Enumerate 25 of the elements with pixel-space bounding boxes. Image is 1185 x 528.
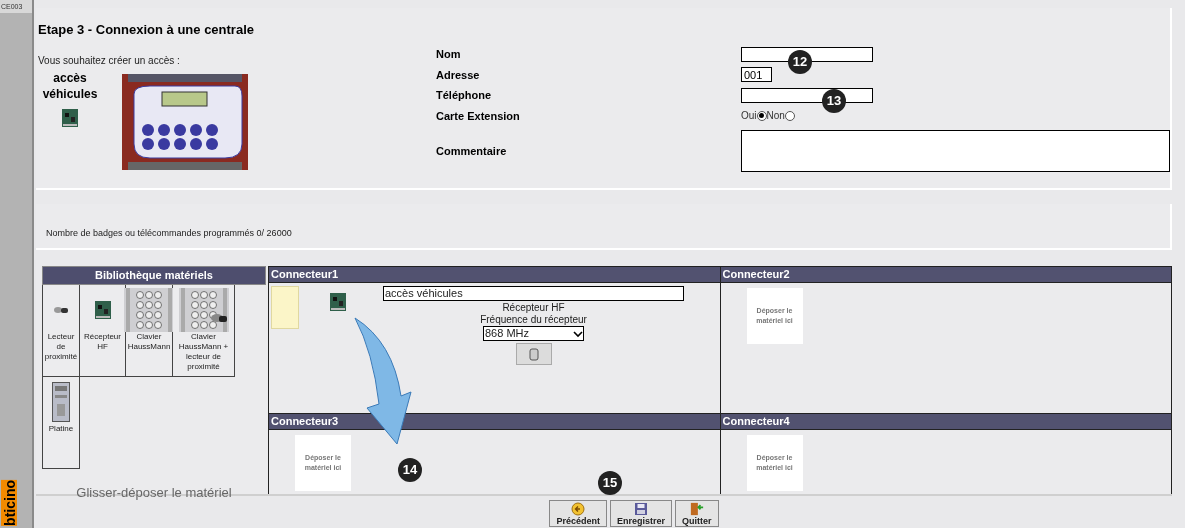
connector-header: Connecteur4 bbox=[720, 413, 1171, 430]
item-label: Platine bbox=[48, 423, 74, 434]
item-label: Récepteur HF bbox=[83, 331, 122, 352]
badge-count: Nombre de badges ou télécommandes programmés 0/ 26000 bbox=[46, 226, 292, 240]
drag-hint: Glisser-déposer le matériel bbox=[75, 483, 233, 502]
field-label: Carte Extension bbox=[436, 108, 521, 124]
brand-logo: bticino bbox=[1, 480, 17, 526]
library-header: Bibliothèque matériels bbox=[42, 266, 266, 285]
field-label: Adresse bbox=[436, 67, 481, 83]
item-label: Clavier HaussMann bbox=[126, 331, 172, 352]
radio-label: Non bbox=[766, 109, 785, 124]
connector-header: Connecteur2 bbox=[720, 266, 1171, 283]
access-prompt: Vous souhaitez créer un accès : bbox=[38, 53, 181, 68]
field-label: Nom bbox=[436, 47, 462, 62]
connector-header: Connecteur1 bbox=[269, 266, 720, 283]
radio-label: Oui bbox=[741, 109, 757, 124]
connector-header: Connecteur3 bbox=[269, 413, 720, 430]
field-label: Commentaire bbox=[436, 143, 508, 159]
frequency-label: Fréquence du récepteur bbox=[480, 314, 587, 326]
item-label: Lecteur de proximité bbox=[43, 331, 79, 362]
field-label: Téléphone bbox=[436, 88, 492, 103]
item-label: Clavier HaussMann + lecteur de proximité bbox=[177, 331, 230, 372]
step-title: Etape 3 - Connexion à une centrale bbox=[38, 21, 255, 39]
device-type: Récepteur HF bbox=[502, 302, 565, 314]
access-type: accès véhicules bbox=[41, 69, 99, 102]
